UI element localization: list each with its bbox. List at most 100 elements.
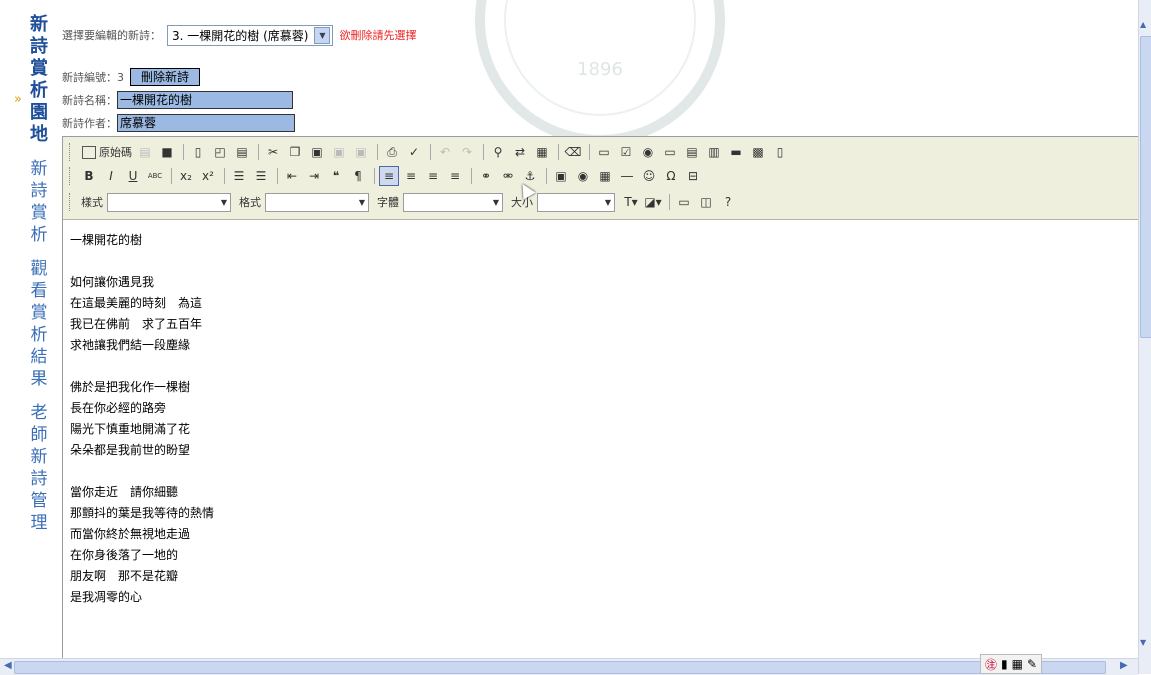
paste-word-icon[interactable]: ▣ (351, 142, 371, 162)
cut-icon[interactable]: ▤ (135, 142, 155, 162)
print-icon[interactable]: ⎙ (382, 142, 402, 162)
nav-char: 新 (30, 14, 48, 35)
poem-select[interactable]: 3. 一棵開花的樹 (席慕蓉) ▼ (167, 24, 334, 46)
seal-year: 1896 (577, 59, 623, 80)
chevron-down-icon[interactable]: ▼ (356, 195, 368, 210)
toolbar-separator (669, 194, 670, 210)
unlink-icon[interactable]: ⚮ (498, 166, 518, 186)
nav-item-2[interactable]: 觀看賞析結果 (24, 258, 54, 390)
flash-icon[interactable]: ◉ (573, 166, 593, 186)
ime-pen-icon[interactable]: ✎ (1027, 657, 1037, 671)
strike-icon[interactable]: ABC (145, 166, 165, 186)
poem-line: 是我凋零的心 (70, 590, 143, 604)
scroll-right-icon[interactable]: ▶ (1120, 660, 1128, 671)
toolbar-grip (69, 167, 73, 185)
align-center-icon[interactable]: ≡ (401, 166, 421, 186)
chevron-down-icon[interactable]: ▼ (602, 195, 614, 210)
div-icon[interactable]: ¶ (348, 166, 368, 186)
copy-icon[interactable]: ❐ (285, 142, 305, 162)
nav-item-3[interactable]: 老師新詩管理 (24, 402, 54, 534)
remove-format-icon[interactable]: ⌫ (563, 142, 583, 162)
redo-icon[interactable]: ↷ (457, 142, 477, 162)
hr-icon[interactable]: ― (617, 166, 637, 186)
textfield-icon[interactable]: ▭ (660, 142, 680, 162)
vertical-scrollbar[interactable]: ▲ ▼ (1138, 0, 1151, 674)
format-combo[interactable]: ▼ (265, 192, 369, 212)
link-icon[interactable]: ⚭ (476, 166, 496, 186)
table-icon[interactable]: ▦ (595, 166, 615, 186)
nav-char: 師 (30, 425, 48, 445)
underline-icon[interactable]: U (123, 166, 143, 186)
smiley-icon[interactable]: ☺ (639, 166, 659, 186)
image-button-icon[interactable]: ▩ (748, 142, 768, 162)
chevron-down-icon[interactable]: ▼ (314, 26, 331, 44)
horizontal-scroll-thumb[interactable] (14, 661, 1106, 674)
checkbox-icon[interactable]: ☑ (616, 142, 636, 162)
ime-halfwidth-icon[interactable]: ▮ (1001, 657, 1008, 671)
text-color-icon[interactable]: T▾ (621, 192, 641, 212)
bg-color-icon[interactable]: ◪▾ (643, 192, 663, 212)
font-combo[interactable]: ▼ (403, 192, 503, 212)
preview-icon[interactable]: ◰ (210, 142, 230, 162)
source-icon (82, 145, 96, 159)
textarea-icon[interactable]: ▤ (682, 142, 702, 162)
templates-icon[interactable]: ▤ (232, 142, 252, 162)
select-field-icon[interactable]: ▥ (704, 142, 724, 162)
author-row: 新詩作者： 席慕蓉 (62, 114, 295, 132)
nav-item-1[interactable]: 新詩賞析 (24, 158, 54, 246)
image-icon[interactable]: ▣ (551, 166, 571, 186)
bullet-list-icon[interactable]: ☰ (251, 166, 271, 186)
page-break-icon[interactable]: ⊟ (683, 166, 703, 186)
ime-mode-icon[interactable]: ㊟ (985, 656, 997, 673)
hidden-field-icon[interactable]: ▯ (770, 142, 790, 162)
scroll-down-icon[interactable]: ▼ (1140, 638, 1146, 647)
show-blocks-icon[interactable]: ◫ (696, 192, 716, 212)
undo-icon[interactable]: ↶ (435, 142, 455, 162)
blockquote-icon[interactable]: ❝ (326, 166, 346, 186)
scissors-icon[interactable]: ✂ (263, 142, 283, 162)
chevron-down-icon[interactable]: ▼ (490, 195, 502, 210)
vertical-scroll-thumb[interactable] (1140, 36, 1151, 338)
save-icon[interactable]: ■ (157, 142, 177, 162)
source-button[interactable]: 原始碼 (79, 142, 135, 162)
size-combo[interactable]: ▼ (537, 192, 615, 212)
author-field[interactable]: 席慕蓉 (117, 114, 295, 132)
nav-char: 看 (30, 281, 48, 301)
editor-content[interactable]: 一棵開花的樹 如何讓你遇見我 在這最美麗的時刻 為這 我已在佛前 求了五百年 求祂讓我們… (63, 220, 1143, 659)
superscript-icon[interactable]: x² (198, 166, 218, 186)
ordered-list-icon[interactable]: ☰ (229, 166, 249, 186)
button-icon[interactable]: ▬ (726, 142, 746, 162)
chevron-down-icon[interactable]: ▼ (218, 195, 230, 210)
select-all-icon[interactable]: ▦ (532, 142, 552, 162)
ime-keyboard-icon[interactable]: ▦ (1012, 657, 1023, 671)
style-combo[interactable]: ▼ (107, 192, 231, 212)
justify-icon[interactable]: ≡ (445, 166, 465, 186)
delete-poem-button[interactable]: 刪除新詩 (130, 68, 201, 86)
about-icon[interactable]: ? (718, 192, 738, 212)
align-right-icon[interactable]: ≡ (423, 166, 443, 186)
ime-toolbar[interactable]: ㊟ ▮ ▦ ✎ (980, 654, 1043, 674)
poem-line: 佛於是把我化作一棵樹 (70, 380, 191, 394)
scroll-left-icon[interactable]: ◀ (4, 660, 12, 671)
indent-icon[interactable]: ⇥ (304, 166, 324, 186)
name-field[interactable]: 一棵開花的樹 (117, 91, 293, 109)
form-icon[interactable]: ▭ (594, 142, 614, 162)
italic-icon[interactable]: I (101, 166, 121, 186)
toolbar-row-1-icons: ▤ ■ ▯ ◰ ▤ ✂ ❐ ▣ ▣ ▣ ⎙ ✓ ↶ ↷ ⚲ ⇄ ▦ ⌫ ▭ ☑ ◉ ▭ ▤ ▥ ▬ ▩ ▯ (135, 142, 792, 162)
nav-item-0[interactable]: 新詩賞析園地 (24, 14, 54, 146)
radio-icon[interactable]: ◉ (638, 142, 658, 162)
outdent-icon[interactable]: ⇤ (282, 166, 302, 186)
bold-icon[interactable]: B (79, 166, 99, 186)
replace-icon[interactable]: ⇄ (510, 142, 530, 162)
maximize-icon[interactable]: ▭ (674, 192, 694, 212)
new-page-icon[interactable]: ▯ (188, 142, 208, 162)
find-icon[interactable]: ⚲ (488, 142, 508, 162)
align-left-icon[interactable]: ≡ (379, 166, 399, 186)
subscript-icon[interactable]: x₂ (176, 166, 196, 186)
spellcheck-icon[interactable]: ✓ (404, 142, 424, 162)
paste-icon[interactable]: ▣ (307, 142, 327, 162)
paste-text-icon[interactable]: ▣ (329, 142, 349, 162)
horizontal-scrollbar[interactable]: ◀ ▶ (0, 658, 1138, 675)
scroll-up-icon[interactable]: ▲ (1140, 20, 1146, 29)
special-char-icon[interactable]: Ω (661, 166, 681, 186)
